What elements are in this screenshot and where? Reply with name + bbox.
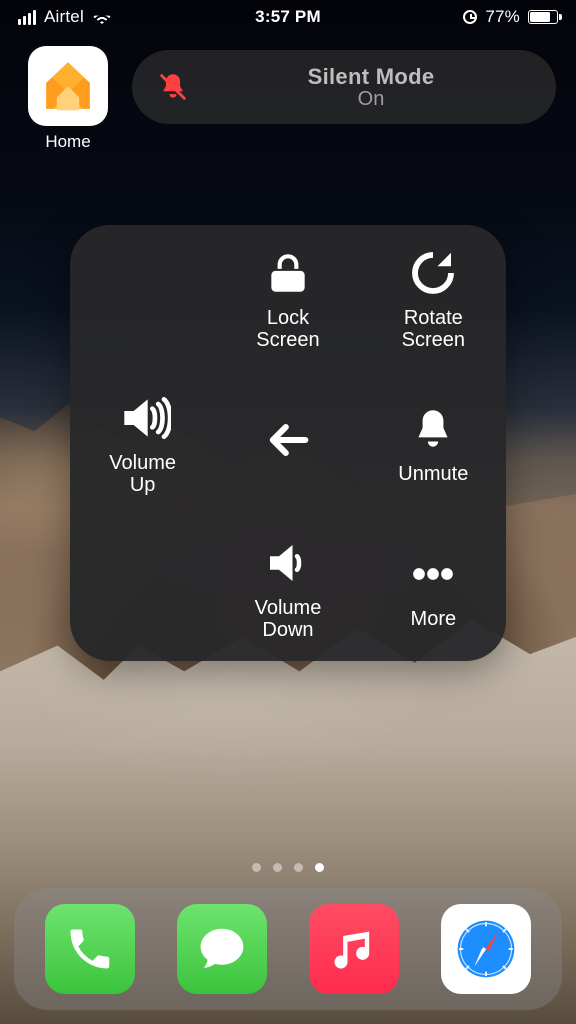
battery-percent-label: 77% [485, 7, 520, 27]
clock-label: 3:57 PM [255, 7, 321, 27]
phone-icon [64, 923, 116, 975]
lock-screen-label: Lock Screen [256, 307, 319, 351]
volume-up-icon [115, 390, 171, 446]
page-indicator[interactable] [0, 863, 576, 872]
rotate-screen-button[interactable]: Rotate Screen [361, 225, 506, 370]
page-dot[interactable] [294, 863, 303, 872]
dock-music-app[interactable] [309, 904, 399, 994]
messages-icon [195, 922, 249, 976]
more-button[interactable]: More [361, 516, 506, 661]
silent-mode-banner: Silent Mode On [132, 50, 556, 124]
volume-up-button[interactable]: Volume Up [70, 370, 215, 515]
volume-down-button[interactable]: Volume Down [215, 516, 360, 661]
signal-bars-icon [18, 10, 36, 25]
page-dot[interactable] [252, 863, 261, 872]
unmute-label: Unmute [398, 463, 468, 485]
bell-slash-icon [156, 70, 190, 104]
carrier-label: Airtel [44, 7, 84, 27]
wifi-icon [92, 10, 112, 24]
back-button[interactable] [215, 370, 360, 515]
page-dot[interactable] [315, 863, 324, 872]
dock-messages-app[interactable] [177, 904, 267, 994]
battery-icon [528, 10, 558, 24]
safari-icon [452, 915, 520, 983]
status-bar: Airtel 3:57 PM 77% [0, 0, 576, 34]
dock-safari-app[interactable] [441, 904, 531, 994]
rotate-icon [405, 245, 461, 301]
volume-up-label: Volume Up [109, 452, 176, 496]
app-home[interactable]: Home [20, 46, 116, 152]
dock-phone-app[interactable] [45, 904, 135, 994]
assistive-touch-panel[interactable]: Lock Screen Rotate Screen Volume Up Unmu… [70, 225, 506, 661]
home-app-icon [28, 46, 108, 126]
rotate-screen-label: Rotate Screen [402, 307, 465, 351]
volume-down-label: Volume Down [255, 597, 322, 641]
more-label: More [411, 608, 457, 630]
more-icon [405, 546, 461, 602]
app-label: Home [45, 132, 90, 152]
dock [14, 888, 562, 1010]
arrow-left-icon [260, 412, 316, 468]
music-icon [328, 923, 380, 975]
lock-screen-button[interactable]: Lock Screen [215, 225, 360, 370]
volume-down-icon [260, 535, 316, 591]
unmute-button[interactable]: Unmute [361, 370, 506, 515]
bell-icon [405, 401, 461, 457]
lock-icon [260, 245, 316, 301]
page-dot[interactable] [273, 863, 282, 872]
banner-state: On [358, 88, 385, 111]
banner-title: Silent Mode [308, 64, 435, 90]
alarm-icon [463, 10, 477, 24]
